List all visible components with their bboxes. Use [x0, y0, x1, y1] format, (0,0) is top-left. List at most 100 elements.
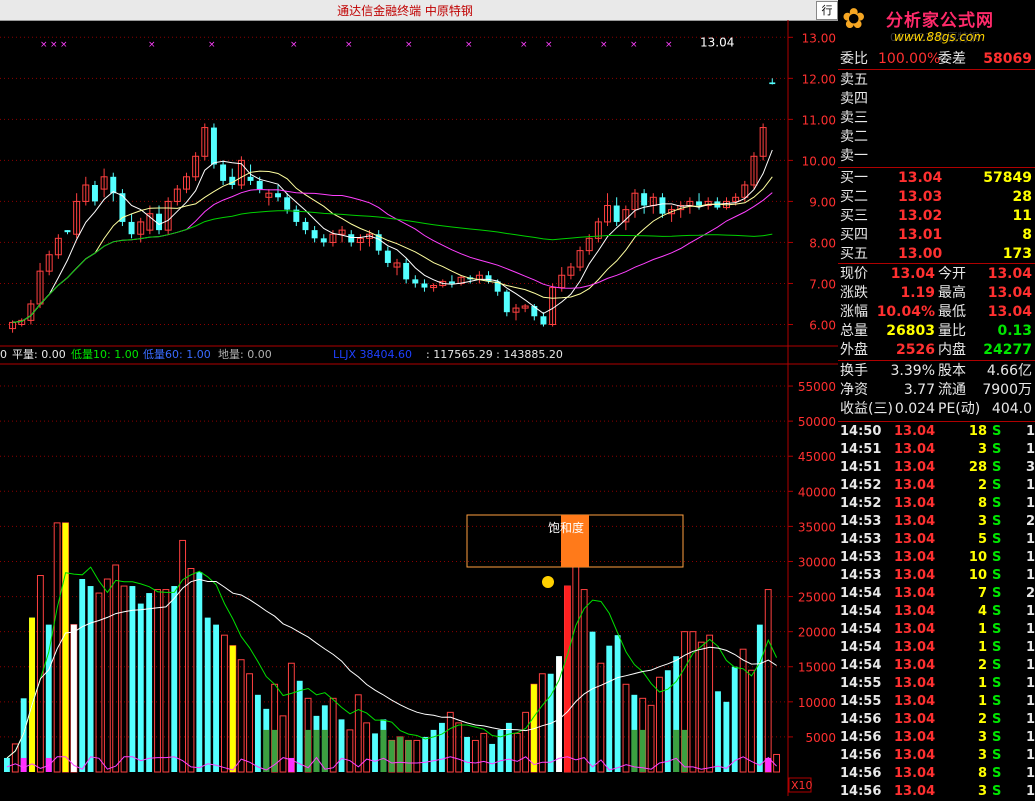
- volume-bar: [79, 579, 86, 772]
- fundamental-value: 3.39%: [890, 363, 935, 379]
- volume-tick-label: 10000: [798, 696, 836, 710]
- quote-label: 总量: [840, 323, 868, 339]
- tick-time: 14:56: [840, 784, 882, 799]
- quote-label: 最低: [938, 304, 966, 320]
- tick-price: 13.04: [894, 784, 936, 799]
- divider: [838, 69, 1035, 70]
- volume-bar: [413, 739, 421, 773]
- tick-row: 14:50 13.04 18 S 1: [838, 423, 1035, 441]
- tick-row: 14:52 13.04 8 S 1: [838, 495, 1035, 513]
- tick-time: 14:50: [840, 424, 882, 439]
- volume-tick-label: 35000: [798, 520, 836, 534]
- tick-row: 14:55 13.04 1 S 1: [838, 693, 1035, 711]
- tab-button[interactable]: 行: [816, 1, 838, 20]
- logo-url: www.88gs.com: [894, 30, 986, 44]
- indicator-label: 平量: 0.00: [12, 348, 66, 361]
- divider: [838, 360, 1035, 361]
- highlight-volume-bar: [229, 645, 236, 772]
- divider: [838, 263, 1035, 264]
- tick-volume: 28: [968, 460, 987, 475]
- tick-side: S: [992, 586, 1002, 601]
- price-tick-label: 6.00: [809, 318, 836, 332]
- signal-marker: ×: [60, 40, 68, 50]
- volume-tick-label: 5000: [805, 731, 836, 745]
- buy-row: 买四 13.01 8: [838, 226, 1035, 245]
- tick-volume: 10: [968, 568, 987, 583]
- indicator-label: 地量: 0.00: [218, 348, 272, 361]
- tick-side: S: [992, 550, 1002, 565]
- volume-ma-line: [6, 566, 778, 759]
- ratio-value: 100.00%: [878, 51, 941, 67]
- volume-bar: [120, 585, 128, 773]
- volume-bar: [439, 722, 445, 772]
- tick-count: 1: [1025, 784, 1035, 799]
- candle-body: [403, 262, 410, 280]
- volume-bar: [706, 634, 714, 773]
- volume-bar: [213, 624, 219, 772]
- tick-count: 1: [1025, 676, 1035, 691]
- candle-body: [384, 250, 391, 263]
- price-tick-label: 13.00: [802, 31, 836, 45]
- buy-label: 买二: [840, 189, 868, 205]
- candle-body: [641, 193, 648, 206]
- quote-value: 26803: [886, 323, 935, 339]
- volume-bar: [146, 593, 153, 772]
- price-tick-label: 8.00: [809, 236, 836, 250]
- tick-price: 13.04: [894, 514, 936, 529]
- sell-label: 卖一: [840, 148, 868, 164]
- quote-label: 涨跌: [840, 285, 868, 301]
- tick-row: 14:54 13.04 2 S 1: [838, 657, 1035, 675]
- indicator-label: 低量60: 1.00: [143, 348, 211, 361]
- tick-side: S: [992, 424, 1002, 439]
- volume-bar: [664, 670, 671, 772]
- candle-body: [128, 221, 135, 235]
- tick-count: 1: [1025, 568, 1035, 583]
- tick-price: 13.04: [894, 730, 936, 745]
- quote-label: 最高: [938, 285, 966, 301]
- volume-bar: [246, 673, 253, 773]
- signal-marker: ×: [665, 40, 673, 50]
- volume-bar: [505, 722, 512, 772]
- chart-area[interactable]: 6.00 7.00 8.00 9.00 10.00 11.00 12.00 13.00 5000…: [0, 20, 838, 796]
- buy-price: 13.00: [898, 246, 943, 262]
- quote-value: 13.04: [987, 304, 1032, 320]
- volume-bar: [204, 617, 211, 772]
- tick-price: 13.04: [894, 694, 936, 709]
- sell-row: 卖五: [838, 71, 1035, 90]
- volume-bar: [171, 586, 178, 772]
- x10-label: X10: [791, 779, 813, 792]
- low-volume-bar: [405, 740, 412, 772]
- tick-count: 1: [1025, 604, 1035, 619]
- volume-bar: [489, 743, 496, 772]
- highlight-volume-bar: [564, 586, 571, 772]
- tick-count: 1: [1025, 640, 1035, 655]
- volume-bar: [103, 578, 111, 773]
- volume-bar: [11, 743, 19, 773]
- tick-row: 14:56 13.04 3 S 1: [838, 747, 1035, 765]
- volume-tick-label: 20000: [798, 626, 836, 640]
- candle-body: [275, 193, 281, 198]
- tick-volume: 3: [977, 784, 987, 799]
- tick-volume: 1: [977, 622, 987, 637]
- buy-volume: 8: [1022, 227, 1032, 243]
- site-logo: ✿ 分析家公式网 002423 中原特钢 www.88gs.com: [838, 0, 1035, 48]
- tick-volume: 2: [977, 478, 987, 493]
- tick-side: S: [992, 442, 1002, 457]
- highlight-volume-bar: [29, 617, 35, 772]
- low-volume-bar: [639, 729, 646, 772]
- tick-volume: 1: [977, 694, 987, 709]
- tick-row: 14:52 13.04 2 S 1: [838, 477, 1035, 495]
- volume-bar: [513, 732, 521, 773]
- volume-bar: [45, 624, 52, 772]
- signal-marker: ×: [40, 40, 48, 50]
- signal-marker: ×: [465, 40, 473, 50]
- candle-body: [311, 230, 318, 239]
- annotation-label: 饱和度: [548, 520, 584, 535]
- buy-label: 买一: [840, 170, 868, 186]
- signal-marker: ×: [520, 40, 528, 50]
- tick-count: 3: [1025, 460, 1035, 475]
- tick-price: 13.04: [894, 460, 936, 475]
- signal-marker: ×: [405, 40, 413, 50]
- volume-bar: [464, 736, 470, 772]
- tick-price: 13.04: [894, 478, 936, 493]
